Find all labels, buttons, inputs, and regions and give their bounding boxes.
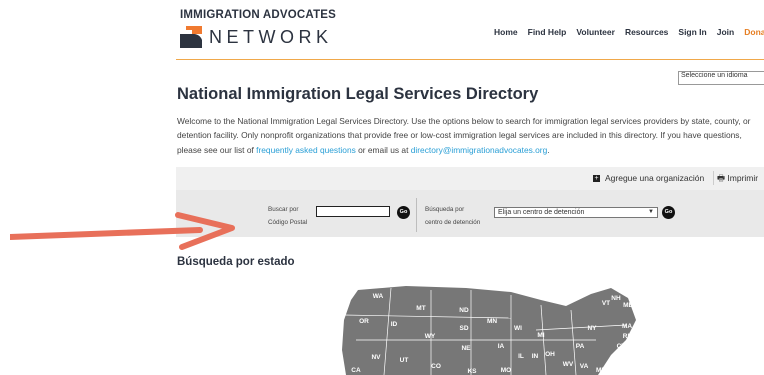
state-label-id[interactable]: ID — [391, 321, 398, 328]
detention-label-line-1: Búsqueda por — [425, 206, 465, 213]
nav-join[interactable]: Join — [717, 27, 734, 37]
header-divider — [176, 59, 764, 60]
logo-wordmark[interactable]: NETWORK — [209, 27, 333, 48]
pointer-arrow — [10, 212, 235, 250]
state-label-nd[interactable]: ND — [459, 307, 469, 314]
state-label-ia[interactable]: IA — [498, 343, 505, 350]
add-organization-link[interactable]: + Agregue una organización — [593, 173, 704, 183]
state-label-wa[interactable]: WA — [373, 293, 384, 300]
logo-tagline[interactable]: IMMIGRATION ADVOCATES — [180, 9, 336, 21]
state-label-wi[interactable]: WI — [514, 325, 522, 332]
state-label-ca[interactable]: CA — [351, 367, 361, 374]
nav-resources[interactable]: Resources — [625, 27, 668, 37]
state-label-ri[interactable]: RI — [623, 333, 630, 340]
state-label-in[interactable]: IN — [532, 353, 539, 360]
zip-label-line-1: Buscar por — [268, 206, 299, 213]
state-label-ny[interactable]: NY — [587, 325, 597, 332]
state-label-sd[interactable]: SD — [459, 325, 468, 332]
search-divider — [416, 198, 417, 232]
nav-find-help[interactable]: Find Help — [528, 27, 567, 37]
zip-label: Buscar por Código Postal — [268, 203, 307, 229]
state-label-pa[interactable]: PA — [576, 343, 585, 350]
section-title-state-search: Búsqueda por estado — [177, 256, 295, 268]
us-state-map[interactable]: WA MT ND OR ID SD MN WI MI NY VTNHME MA RI CT NJDE WY NE… — [336, 280, 646, 375]
print-label: Imprimir — [727, 173, 759, 183]
intro-text-3: . — [547, 144, 550, 155]
zip-label-line-2: Código Postal — [268, 219, 308, 226]
state-label-wy[interactable]: WY — [425, 333, 436, 340]
detention-label-line-2: centro de detención — [425, 219, 481, 226]
zip-input[interactable] — [316, 206, 390, 217]
intro-text-2: or email us at — [355, 144, 411, 155]
state-label-nj[interactable]: NJ — [612, 355, 621, 362]
nav-home[interactable]: Home — [494, 27, 518, 37]
nav-volunteer[interactable]: Volunteer — [576, 27, 615, 37]
chevron-down-icon: ▼ — [648, 209, 654, 215]
detention-label: Búsqueda por centro de detención — [425, 203, 480, 229]
state-label-va[interactable]: VA — [580, 363, 589, 370]
email-link[interactable]: directory@immigrationadvocates.org — [411, 145, 548, 155]
detention-go-button[interactable]: Go — [662, 206, 675, 219]
state-label-nh[interactable]: NH — [611, 295, 621, 302]
plus-icon: + — [593, 175, 600, 183]
state-label-il[interactable]: IL — [518, 353, 524, 360]
intro-paragraph: Welcome to the National Immigration Lega… — [177, 114, 764, 157]
state-label-ut[interactable]: UT — [400, 357, 409, 364]
printer-icon: 🖶 — [717, 173, 726, 183]
nav-sign-in[interactable]: Sign In — [678, 27, 706, 37]
language-select[interactable]: Seleccione un idioma ▼ — [678, 71, 764, 85]
page-title: National Immigration Legal Services Dire… — [177, 85, 539, 103]
faq-link[interactable]: frequently asked questions — [256, 145, 356, 155]
state-label-or[interactable]: OR — [359, 318, 369, 325]
zip-go-button[interactable]: Go — [397, 206, 410, 219]
arrow-shaft — [10, 227, 203, 240]
state-label-me[interactable]: ME — [623, 302, 633, 309]
add-org-label: Agregue una organización — [605, 173, 705, 183]
state-label-ne[interactable]: NE — [461, 345, 471, 352]
state-label-mo[interactable]: MO — [501, 367, 511, 374]
toolbar-divider — [713, 171, 714, 185]
state-label-co[interactable]: CO — [431, 363, 441, 370]
language-select-value: Seleccione un idioma — [681, 72, 748, 79]
state-label-ma[interactable]: MA — [622, 323, 632, 330]
state-label-md[interactable]: MD — [596, 367, 606, 374]
state-label-nv[interactable]: NV — [371, 354, 381, 361]
logo-mark-icon[interactable] — [180, 26, 202, 48]
state-label-de[interactable]: DE — [618, 363, 628, 370]
state-label-ct[interactable]: CT — [617, 343, 626, 350]
state-label-wv[interactable]: WV — [563, 361, 574, 368]
state-label-ks[interactable]: KS — [467, 368, 477, 375]
state-label-mt[interactable]: MT — [416, 305, 425, 312]
state-label-vt[interactable]: VT — [602, 300, 610, 307]
print-link[interactable]: 🖶 Imprimir — [717, 173, 758, 187]
state-label-mn[interactable]: MN — [487, 318, 497, 325]
state-label-oh[interactable]: OH — [545, 351, 555, 358]
detention-select[interactable]: Elija un centro de detención ▼ — [494, 207, 658, 218]
nav-donate[interactable]: Donat — [744, 27, 764, 37]
detention-select-value: Elija un centro de detención — [498, 209, 585, 216]
state-label-mi[interactable]: MI — [537, 332, 544, 339]
main-nav: Home Find Help Volunteer Resources Sign … — [494, 27, 764, 37]
